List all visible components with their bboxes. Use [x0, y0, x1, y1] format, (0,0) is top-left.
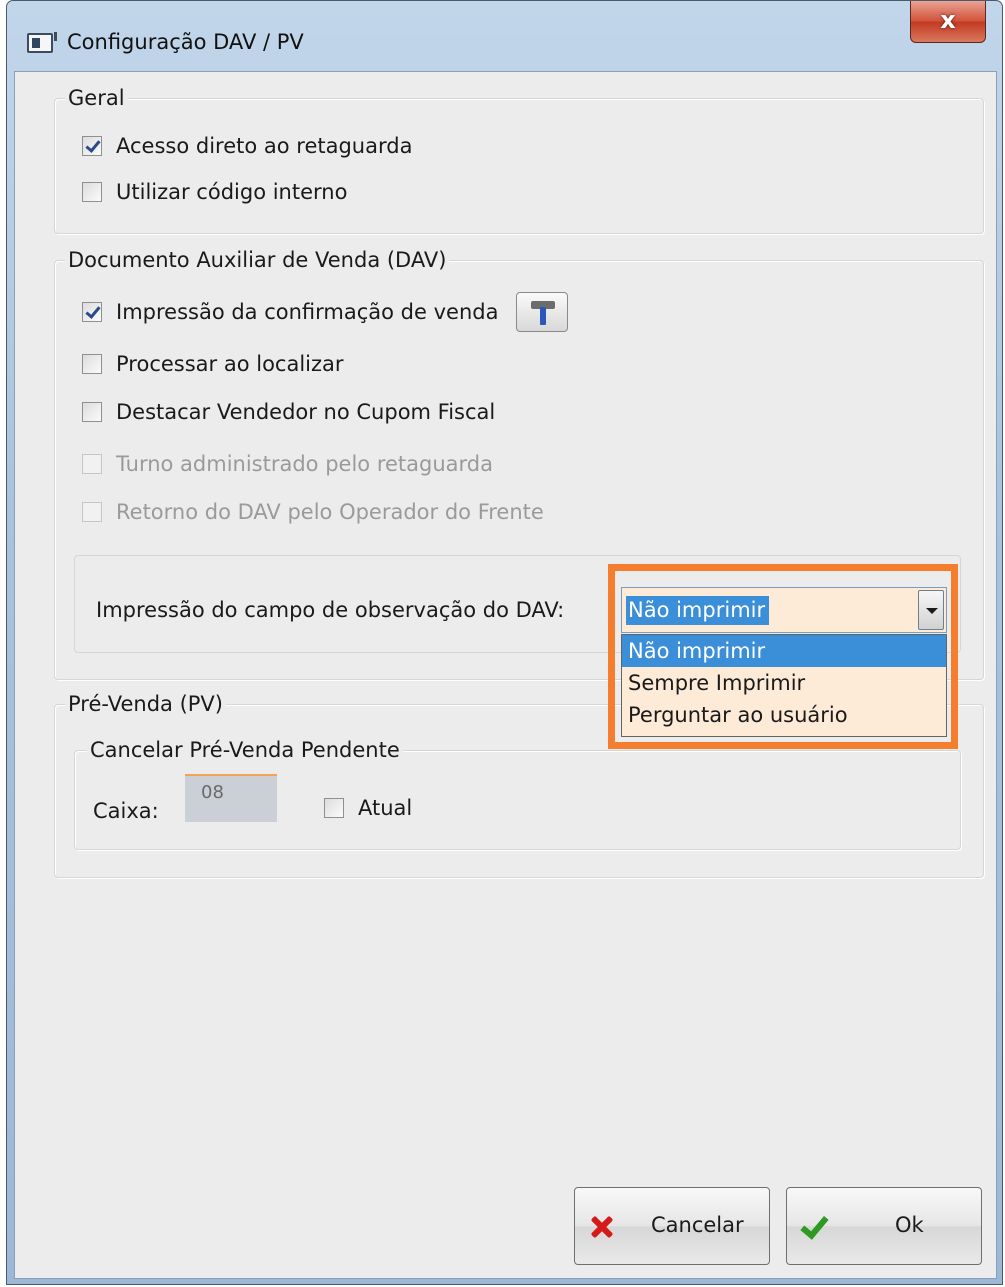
checkbox-codigo-interno[interactable]: Utilizar código interno [82, 180, 347, 204]
dropdown-option-sempre-imprimir[interactable]: Sempre Imprimir [622, 667, 946, 699]
checkbox-destacar-vendedor[interactable]: Destacar Vendedor no Cupom Fiscal [82, 400, 495, 424]
dropdown-option-perguntar[interactable]: Perguntar ao usuário [622, 699, 946, 731]
caixa-field[interactable]: 08 [185, 774, 277, 822]
checkbox-box[interactable] [324, 798, 344, 818]
observacao-dropdown-list[interactable]: Não imprimir Sempre Imprimir Perguntar a… [621, 634, 947, 737]
checkbox-box[interactable] [82, 402, 102, 422]
checkbox-label: Impressão da confirmação de venda [116, 300, 499, 324]
checkbox-label: Utilizar código interno [116, 180, 348, 204]
cancel-button[interactable]: Cancelar [574, 1187, 770, 1265]
checkbox-label: Acesso direto ao retaguarda [116, 134, 413, 158]
checkbox-label: Atual [358, 796, 413, 820]
checkbox-label: Retorno do DAV pelo Operador do Frente [116, 500, 544, 524]
checkbox-label: Processar ao localizar [116, 352, 344, 376]
caixa-label: Caixa: [93, 799, 159, 823]
checkbox-turno-administrado: Turno administrado pelo retaguarda [82, 452, 493, 476]
ok-button[interactable]: Ok [786, 1187, 982, 1265]
checkbox-retorno-dav: Retorno do DAV pelo Operador do Frente [82, 500, 544, 524]
dropdown-option-nao-imprimir[interactable]: Não imprimir [622, 635, 946, 667]
ok-button-label: Ok [895, 1213, 924, 1237]
checkbox-processar-localizar[interactable]: Processar ao localizar [82, 352, 344, 376]
configure-button[interactable] [516, 292, 569, 332]
checkbox-label: Turno administrado pelo retaguarda [116, 452, 493, 476]
checkbox-impressao-confirmacao[interactable]: Impressão da confirmação de venda [82, 292, 569, 332]
checkbox-atual[interactable]: Atual [324, 796, 412, 820]
chevron-down-icon[interactable] [918, 590, 944, 630]
dialog-client-area: Geral Acesso direto ao retaguarda Utiliz… [14, 71, 997, 1279]
cancel-button-label: Cancelar [651, 1213, 744, 1237]
title-bar: Configuração DAV / PV x [7, 1, 1002, 81]
group-geral-legend: Geral [65, 86, 128, 110]
checkbox-box [82, 454, 102, 474]
close-icon [589, 1214, 615, 1240]
checkbox-acesso-direto[interactable]: Acesso direto ao retaguarda [82, 134, 412, 158]
group-cancelar-legend: Cancelar Pré-Venda Pendente [87, 738, 403, 762]
observacao-combobox[interactable]: Não imprimir [621, 587, 947, 633]
checkbox-box[interactable] [82, 136, 102, 156]
observacao-label: Impressão do campo de observação do DAV: [96, 598, 565, 622]
checkbox-box [82, 502, 102, 522]
combobox-selected-value: Não imprimir [626, 596, 770, 625]
window-title: Configuração DAV / PV [67, 30, 304, 54]
checkbox-label: Destacar Vendedor no Cupom Fiscal [116, 400, 496, 424]
app-icon [27, 32, 57, 53]
close-button[interactable]: x [910, 1, 986, 43]
group-dav-legend: Documento Auxiliar de Venda (DAV) [65, 248, 450, 272]
checkbox-box[interactable] [82, 302, 102, 322]
dialog-window: Configuração DAV / PV x Geral Acesso dir… [6, 0, 1003, 1285]
checkbox-box[interactable] [82, 182, 102, 202]
check-icon [801, 1214, 827, 1240]
group-geral [54, 98, 984, 234]
group-pv-legend: Pré-Venda (PV) [65, 692, 226, 716]
checkbox-box[interactable] [82, 354, 102, 374]
